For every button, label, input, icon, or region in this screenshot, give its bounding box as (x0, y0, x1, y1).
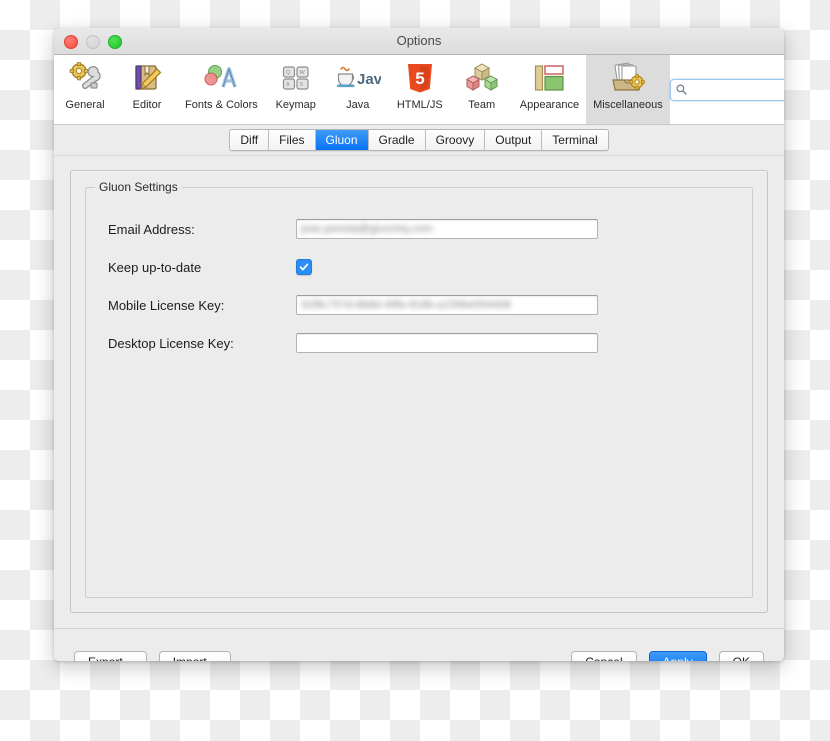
row-mobile-license-key: Mobile License Key: 91f8c757d-8b8d-49fe-… (108, 286, 732, 324)
svg-text:Q: Q (286, 70, 291, 76)
check-icon (299, 263, 309, 271)
import-button[interactable]: Import... (158, 650, 231, 661)
mobile-license-key-value: 91f8c757d-8b8d-49fe-818b-a159be594408 (301, 299, 511, 311)
window-title: Options (396, 33, 442, 48)
footer-left-buttons: Export... Import... (74, 650, 231, 661)
search-box[interactable] (669, 78, 784, 101)
options-window: Options General Editor Fonts & Colors Q … (54, 28, 784, 661)
svg-text:Java: Java (357, 71, 381, 88)
toolbar-item-label: Java (346, 99, 370, 111)
tab-terminal[interactable]: Terminal (542, 130, 608, 150)
book-pencil-icon (131, 60, 163, 96)
mobile-license-key-field[interactable]: 91f8c757d-8b8d-49fe-818b-a159be594408 (296, 295, 598, 315)
toolbar-item-label: Keymap (275, 99, 316, 111)
gear-wrench-icon (68, 60, 102, 96)
java-coffee-icon: Java (335, 60, 381, 96)
font-colors-icon (204, 60, 238, 96)
cancel-button[interactable]: Cancel (571, 650, 637, 661)
footer-right-buttons: Cancel Apply OK (571, 650, 764, 661)
email-address-label: Email Address: (108, 221, 195, 237)
search-input[interactable] (689, 82, 784, 97)
keyboard-keys-icon: Q W A S (280, 60, 312, 96)
settings-content: Gluon Settings Email Address: jose.pered… (54, 156, 784, 628)
toolbar-item-label: HTML/JS (396, 99, 443, 111)
toolbar-item-keymap[interactable]: Q W A S Keymap (265, 55, 327, 124)
gluon-settings-panel: Gluon Settings Email Address: jose.pered… (70, 170, 768, 613)
row-desktop-license-key: Desktop License Key: (108, 324, 732, 362)
tab-output[interactable]: Output (485, 130, 543, 150)
keep-up-to-date-checkbox[interactable] (296, 259, 312, 275)
desktop-license-key-label: Desktop License Key: (108, 335, 234, 351)
tab-list: Diff Files Gluon Gradle Groovy Output Te… (229, 129, 609, 151)
layout-panels-icon (533, 60, 565, 96)
toolbar-item-java[interactable]: Java Java (327, 55, 389, 124)
tab-files[interactable]: Files (269, 130, 316, 150)
toolbar-item-fonts-colors[interactable]: Fonts & Colors (178, 55, 265, 124)
export-button[interactable]: Export... (74, 650, 147, 661)
email-address-value: jose.pereda@gluonhq.com (301, 223, 433, 235)
tab-groovy[interactable]: Groovy (425, 130, 486, 150)
toolbar-items: General Editor Fonts & Colors Q W A S Ke… (54, 55, 670, 124)
preferences-toolbar: General Editor Fonts & Colors Q W A S Ke… (54, 55, 784, 125)
papers-gear-icon (610, 60, 646, 96)
email-address-field[interactable]: jose.pereda@gluonhq.com (296, 219, 598, 239)
cubes-icon (465, 60, 498, 96)
svg-text:W: W (299, 70, 305, 76)
toolbar-item-label: Team (468, 99, 496, 111)
toolbar-search-area (669, 55, 784, 124)
desktop-license-key-field[interactable] (296, 333, 598, 353)
row-email-address: Email Address: jose.pereda@gluonhq.com (108, 210, 732, 248)
toolbar-item-editor[interactable]: Editor (116, 55, 178, 124)
window-titlebar: Options (54, 28, 784, 55)
row-keep-up-to-date: Keep up-to-date (108, 248, 732, 286)
search-icon (676, 84, 687, 95)
svg-text:A: A (286, 82, 290, 88)
svg-text:5: 5 (415, 69, 424, 88)
html5-shield-icon: 5 (406, 60, 434, 96)
settings-form: Email Address: jose.pereda@gluonhq.com K… (108, 210, 732, 362)
keep-up-to-date-label: Keep up-to-date (108, 259, 202, 275)
mobile-license-key-label: Mobile License Key: (108, 297, 225, 313)
ok-button[interactable]: OK (718, 650, 764, 661)
tab-diff[interactable]: Diff (230, 130, 270, 150)
dialog-footer: Export... Import... Cancel Apply OK (54, 628, 784, 661)
toolbar-item-label: Miscellaneous (593, 99, 663, 111)
gluon-settings-group: Gluon Settings Email Address: jose.pered… (85, 180, 753, 598)
toolbar-item-label: Editor (132, 99, 162, 111)
toolbar-item-appearance[interactable]: Appearance (513, 55, 586, 124)
svg-text:S: S (299, 82, 303, 88)
toolbar-item-label: General (65, 99, 105, 111)
toolbar-item-team[interactable]: Team (451, 55, 513, 124)
apply-button[interactable]: Apply (648, 650, 707, 661)
toolbar-item-general[interactable]: General (54, 55, 116, 124)
toolbar-item-miscellaneous[interactable]: Miscellaneous (586, 55, 670, 124)
settings-tabstrip: Diff Files Gluon Gradle Groovy Output Te… (54, 125, 784, 156)
toolbar-item-label: Fonts & Colors (185, 99, 258, 111)
toolbar-item-html-js[interactable]: 5 HTML/JS (389, 55, 451, 124)
tab-gluon[interactable]: Gluon (315, 130, 369, 150)
group-title: Gluon Settings (95, 180, 182, 194)
toolbar-item-label: Appearance (519, 99, 580, 111)
tab-gradle[interactable]: Gradle (368, 130, 426, 150)
